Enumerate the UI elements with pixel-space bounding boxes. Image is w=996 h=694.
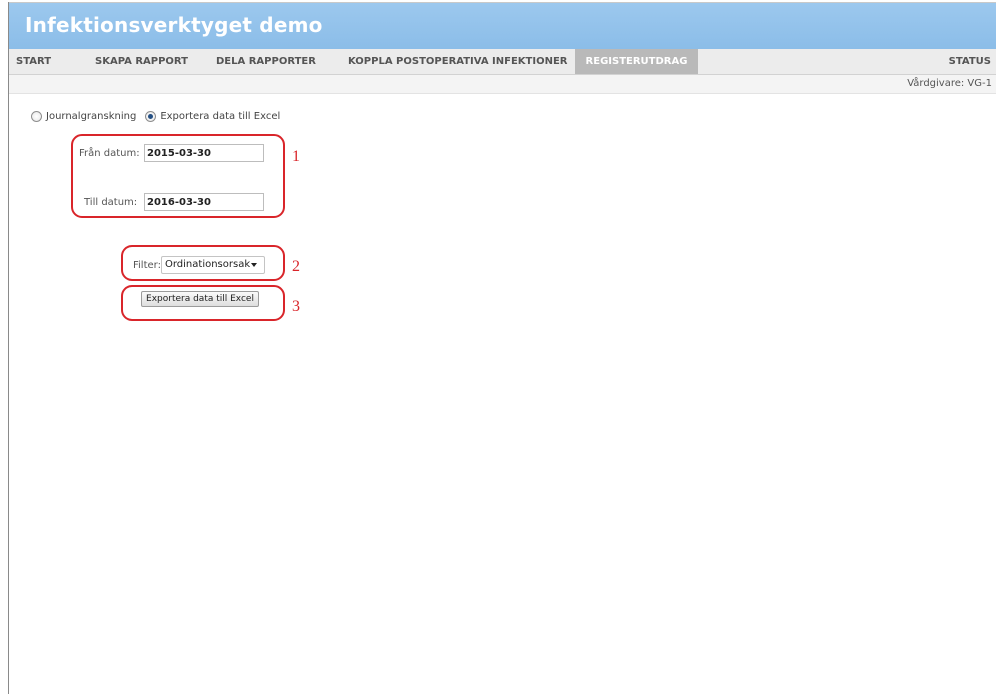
care-provider-label: Vårdgivare: VG-1	[907, 78, 992, 89]
nav-bar: START SKAPA RAPPORT DELA RAPPORTER KOPPL…	[9, 49, 996, 75]
callout-box-3	[121, 285, 285, 321]
nav-skapa-rapport[interactable]: SKAPA RAPPORT	[95, 49, 188, 74]
nav-registerutdrag[interactable]: REGISTERUTDRAG	[575, 49, 698, 74]
callout-number-1: 1	[292, 148, 300, 165]
radio-exportera-data[interactable]	[145, 110, 157, 122]
nav-dela-rapporter[interactable]: DELA RAPPORTER	[216, 49, 316, 74]
nav-status[interactable]: STATUS	[949, 49, 991, 74]
sub-bar: Vårdgivare: VG-1	[9, 75, 996, 94]
app-title: Infektionsverktyget demo	[25, 13, 323, 37]
mode-radio-group: Journalgranskning Exportera data till Ex…	[31, 108, 289, 124]
nav-koppla-postoperativa-infektioner[interactable]: KOPPLA POSTOPERATIVA INFEKTIONER	[348, 49, 568, 74]
callout-box-1	[71, 134, 285, 218]
app-header: Infektionsverktyget demo	[9, 3, 996, 49]
radio-exportera-data-label[interactable]: Exportera data till Excel	[160, 111, 280, 122]
callout-number-3: 3	[292, 298, 300, 315]
window-left-border	[8, 2, 9, 694]
radio-journalgranskning-label[interactable]: Journalgranskning	[46, 111, 136, 122]
callout-box-2	[121, 245, 285, 281]
callout-number-2: 2	[292, 258, 300, 275]
radio-journalgranskning[interactable]	[31, 110, 42, 122]
nav-start[interactable]: START	[16, 49, 51, 74]
